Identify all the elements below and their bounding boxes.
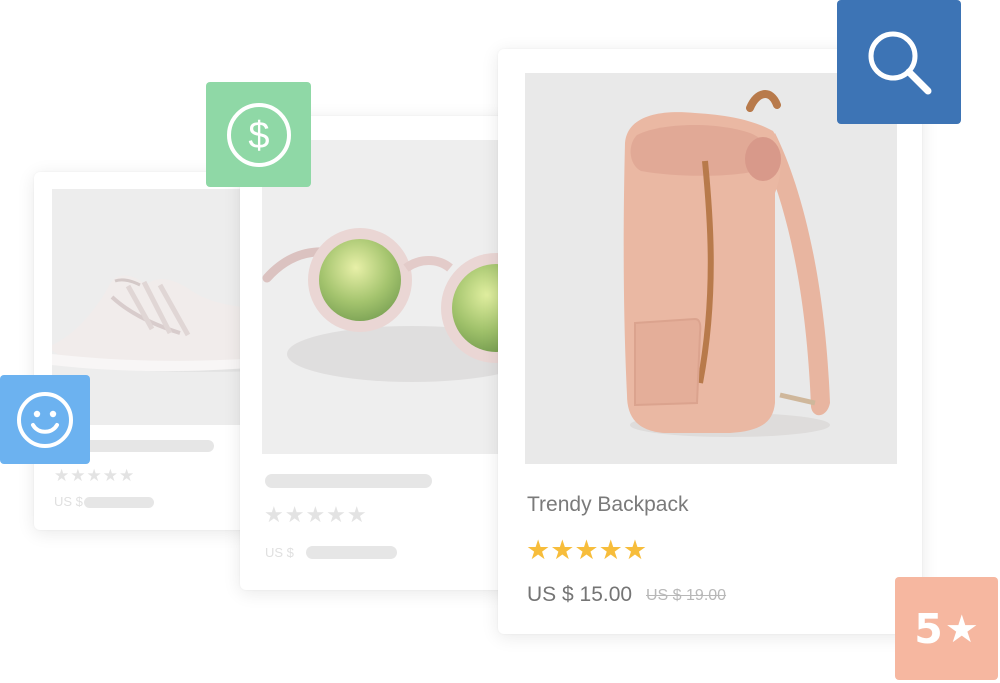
rating-stars: ★★★★★ bbox=[54, 466, 136, 485]
currency-label: US $ bbox=[54, 494, 83, 509]
product-title[interactable]: Trendy Backpack bbox=[527, 493, 688, 517]
star-icon: ★ bbox=[944, 606, 979, 651]
smiley-icon bbox=[17, 391, 73, 448]
search-badge[interactable] bbox=[837, 0, 961, 124]
product-title-placeholder bbox=[265, 474, 432, 488]
dollar-icon: $ bbox=[226, 102, 291, 167]
rating-stars: ★★★★★ bbox=[264, 502, 368, 527]
product-price: US $ 15.00 bbox=[527, 583, 633, 606]
product-cards-scene: ★★★★★ US $ ★★★★★ US $ Trendy Backpack ★★… bbox=[0, 0, 1000, 683]
dollar-badge: $ bbox=[206, 82, 311, 187]
price-placeholder bbox=[84, 497, 154, 508]
rating-badge: 5 ★ bbox=[895, 577, 998, 680]
rating-stars: ★★★★★ bbox=[526, 535, 648, 565]
backpack-image bbox=[525, 73, 897, 464]
search-icon[interactable] bbox=[860, 23, 938, 101]
product-card-sunglasses[interactable]: ★★★★★ US $ bbox=[240, 116, 540, 590]
rating-value: 5 bbox=[914, 604, 943, 653]
price-placeholder bbox=[306, 546, 397, 559]
product-card-backpack[interactable]: Trendy Backpack ★★★★★ US $ 15.00 US $ 19… bbox=[498, 49, 922, 634]
product-card-sneaker[interactable]: ★★★★★ US $ bbox=[34, 172, 264, 530]
backpack-illustration bbox=[623, 90, 830, 437]
original-price: US $ 19.00 bbox=[646, 587, 727, 604]
smiley-badge bbox=[0, 375, 90, 464]
currency-label: US $ bbox=[265, 545, 294, 560]
product-title-placeholder bbox=[84, 440, 214, 452]
svg-text:$: $ bbox=[248, 115, 269, 157]
